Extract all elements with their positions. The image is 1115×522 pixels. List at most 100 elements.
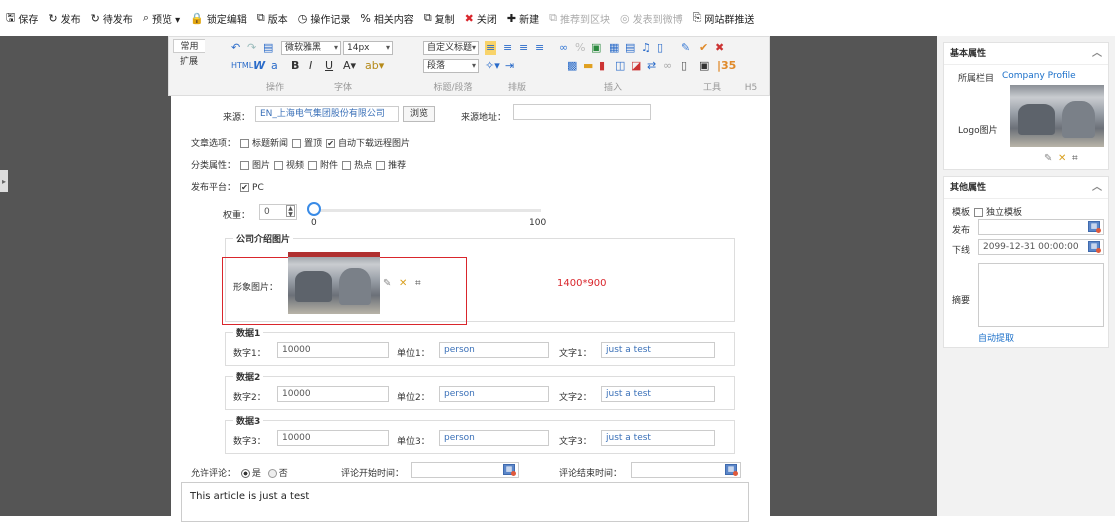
indent-icon[interactable]: ⇥	[505, 59, 514, 73]
auto-extract-link[interactable]: 自动提取	[978, 331, 1014, 344]
unit-input[interactable]: person	[439, 342, 549, 358]
toolbar-button[interactable]: 🖫 保存	[6, 9, 38, 28]
weight-slider-handle[interactable]	[307, 202, 321, 216]
table-icon[interactable]: ▤	[625, 41, 635, 55]
number-input[interactable]: 10000	[277, 342, 389, 358]
undo-icon[interactable]: ↶	[231, 41, 240, 55]
article-options-checkbox[interactable]: ✔	[326, 138, 336, 148]
category-options-checkbox[interactable]	[274, 160, 284, 170]
weight-slider-track[interactable]	[311, 209, 541, 212]
edit-pencil-icon[interactable]: ✎	[1044, 153, 1052, 164]
delete-x-icon[interactable]: ✕	[1058, 153, 1066, 164]
music-icon[interactable]: ♫	[641, 41, 651, 55]
toolbar-button[interactable]: % 相关内容	[360, 11, 413, 26]
link-icon[interactable]: ∞	[559, 41, 568, 55]
toolbar-button[interactable]: ◷ 操作记录	[298, 11, 351, 26]
align-right-icon[interactable]: ≡	[519, 41, 528, 55]
publish-date-input[interactable]	[978, 219, 1104, 235]
toolbar-button[interactable]: 🔒 锁定编辑	[190, 11, 247, 26]
heading-select[interactable]: 自定义标题	[423, 41, 479, 55]
font-family-select[interactable]: 微软雅黑	[281, 41, 341, 55]
summary-textarea[interactable]	[978, 263, 1104, 327]
category-options-checkbox[interactable]	[376, 160, 386, 170]
preview-icon[interactable]: ▯	[681, 59, 687, 73]
insert-anchor-icon[interactable]: ∞	[663, 59, 672, 73]
article-options-checkbox[interactable]	[240, 138, 250, 148]
comment-yes-radio[interactable]	[240, 468, 250, 478]
word-icon[interactable]: W	[253, 59, 265, 73]
category-options-checkbox[interactable]	[308, 160, 318, 170]
number-input[interactable]: 10000	[277, 386, 389, 402]
comment-no-radio[interactable]	[267, 468, 277, 478]
eraser-icon[interactable]: ✔	[699, 41, 708, 55]
unit-input[interactable]: person	[439, 386, 549, 402]
toolbar-button[interactable]: ↻ 待发布	[91, 11, 133, 26]
collapse-chevron-icon[interactable]: ︿	[1092, 177, 1102, 199]
crop-icon[interactable]: ⌗	[1072, 153, 1078, 164]
toolbar-button[interactable]: ✖ 关闭	[465, 11, 497, 26]
delete-x-icon[interactable]: ✕	[399, 278, 407, 289]
toolbar-button[interactable]: ⧉ 推荐到区块	[549, 11, 610, 26]
insert-folder-icon[interactable]: ▬	[583, 59, 593, 73]
basic-properties-header[interactable]: 基本属性 ︿	[944, 43, 1108, 65]
text-input[interactable]: just a test	[601, 430, 715, 446]
article-body-editor[interactable]: This article is just a test	[181, 482, 749, 522]
align-left-icon[interactable]: ≡	[485, 41, 497, 55]
calendar-icon[interactable]: ▦	[1088, 221, 1101, 233]
tab-extend[interactable]: 扩展	[173, 55, 205, 69]
toolbar-button[interactable]: ◎ 发表到微博	[620, 11, 683, 26]
h5-icon[interactable]: |35	[717, 59, 736, 73]
font-color-icon[interactable]: A▾	[343, 59, 356, 73]
weight-input[interactable]: 0 ▲ ▼	[259, 204, 297, 220]
edit-pencil-icon[interactable]: ✎	[383, 278, 391, 289]
column-link[interactable]: Company Profile	[1002, 71, 1076, 81]
collapse-chevron-icon[interactable]: ︿	[1092, 43, 1102, 65]
weight-stepper-icon[interactable]: ▲ ▼	[286, 205, 295, 218]
font-size-select[interactable]: 14px	[343, 41, 393, 55]
crop-icon[interactable]: ⌗	[415, 278, 421, 289]
other-properties-header[interactable]: 其他属性 ︿	[944, 177, 1108, 199]
format-painter-icon[interactable]: ▤	[263, 41, 273, 55]
align-justify-icon[interactable]: ≡	[535, 41, 544, 55]
source-input[interactable]: EN_上海电气集团股份有限公司	[255, 106, 399, 122]
redo-icon[interactable]: ↷	[247, 41, 256, 55]
insert-image-icon[interactable]: ▩	[567, 59, 577, 73]
underline-icon[interactable]: U	[325, 59, 333, 73]
platform-checkbox[interactable]: ✔	[240, 182, 250, 192]
browse-button[interactable]: 浏览	[403, 106, 435, 122]
insert-line-icon[interactable]: ⇄	[647, 59, 656, 73]
category-options-checkbox[interactable]	[240, 160, 250, 170]
insert-chart-icon[interactable]: ▮	[599, 59, 605, 73]
calendar-icon[interactable]: ▦	[1088, 241, 1101, 253]
unlink-icon[interactable]: %	[575, 41, 585, 55]
logo-thumbnail[interactable]	[1010, 85, 1104, 147]
unit-input[interactable]: person	[439, 430, 549, 446]
toolbar-button[interactable]: ⌕ 预览 ▾	[143, 11, 180, 26]
toolbar-button[interactable]: ✚ 新建	[507, 11, 539, 26]
text-input[interactable]: just a test	[601, 386, 715, 402]
toolbar-button[interactable]: ⎘ 网站群推送	[693, 11, 755, 26]
image-icon[interactable]: ▣	[591, 41, 601, 55]
tab-common[interactable]: 常用	[173, 39, 205, 53]
offline-date-input[interactable]: 2099-12-31 00:00:00	[978, 239, 1104, 255]
highlight-icon[interactable]: ab▾	[365, 59, 384, 73]
italic-icon[interactable]: I	[309, 59, 312, 73]
clear-format-icon[interactable]: ✖	[715, 41, 724, 55]
insert-code-icon[interactable]: ◪	[631, 59, 641, 73]
align-center-icon[interactable]: ≡	[503, 41, 512, 55]
paragraph-select[interactable]: 段落	[423, 59, 479, 73]
file-icon[interactable]: ▯	[657, 41, 663, 55]
text-icon[interactable]: a	[271, 59, 278, 73]
line-spacing-icon[interactable]: ✧▾	[485, 59, 500, 73]
text-input[interactable]: just a test	[601, 342, 715, 358]
calendar-icon[interactable]: ▦	[725, 464, 738, 476]
toolbar-button[interactable]: ⧉ 复制	[424, 11, 455, 26]
find-icon[interactable]: ▣	[699, 59, 709, 73]
source-url-input[interactable]	[513, 104, 651, 120]
expand-sidebar-icon[interactable]: ▸	[0, 170, 8, 192]
pencil-icon[interactable]: ✎	[681, 41, 690, 55]
article-options-checkbox[interactable]	[292, 138, 302, 148]
calendar-icon[interactable]: ▦	[503, 464, 516, 476]
insert-map-icon[interactable]: ◫	[615, 59, 625, 73]
independent-template-checkbox[interactable]	[974, 207, 984, 217]
